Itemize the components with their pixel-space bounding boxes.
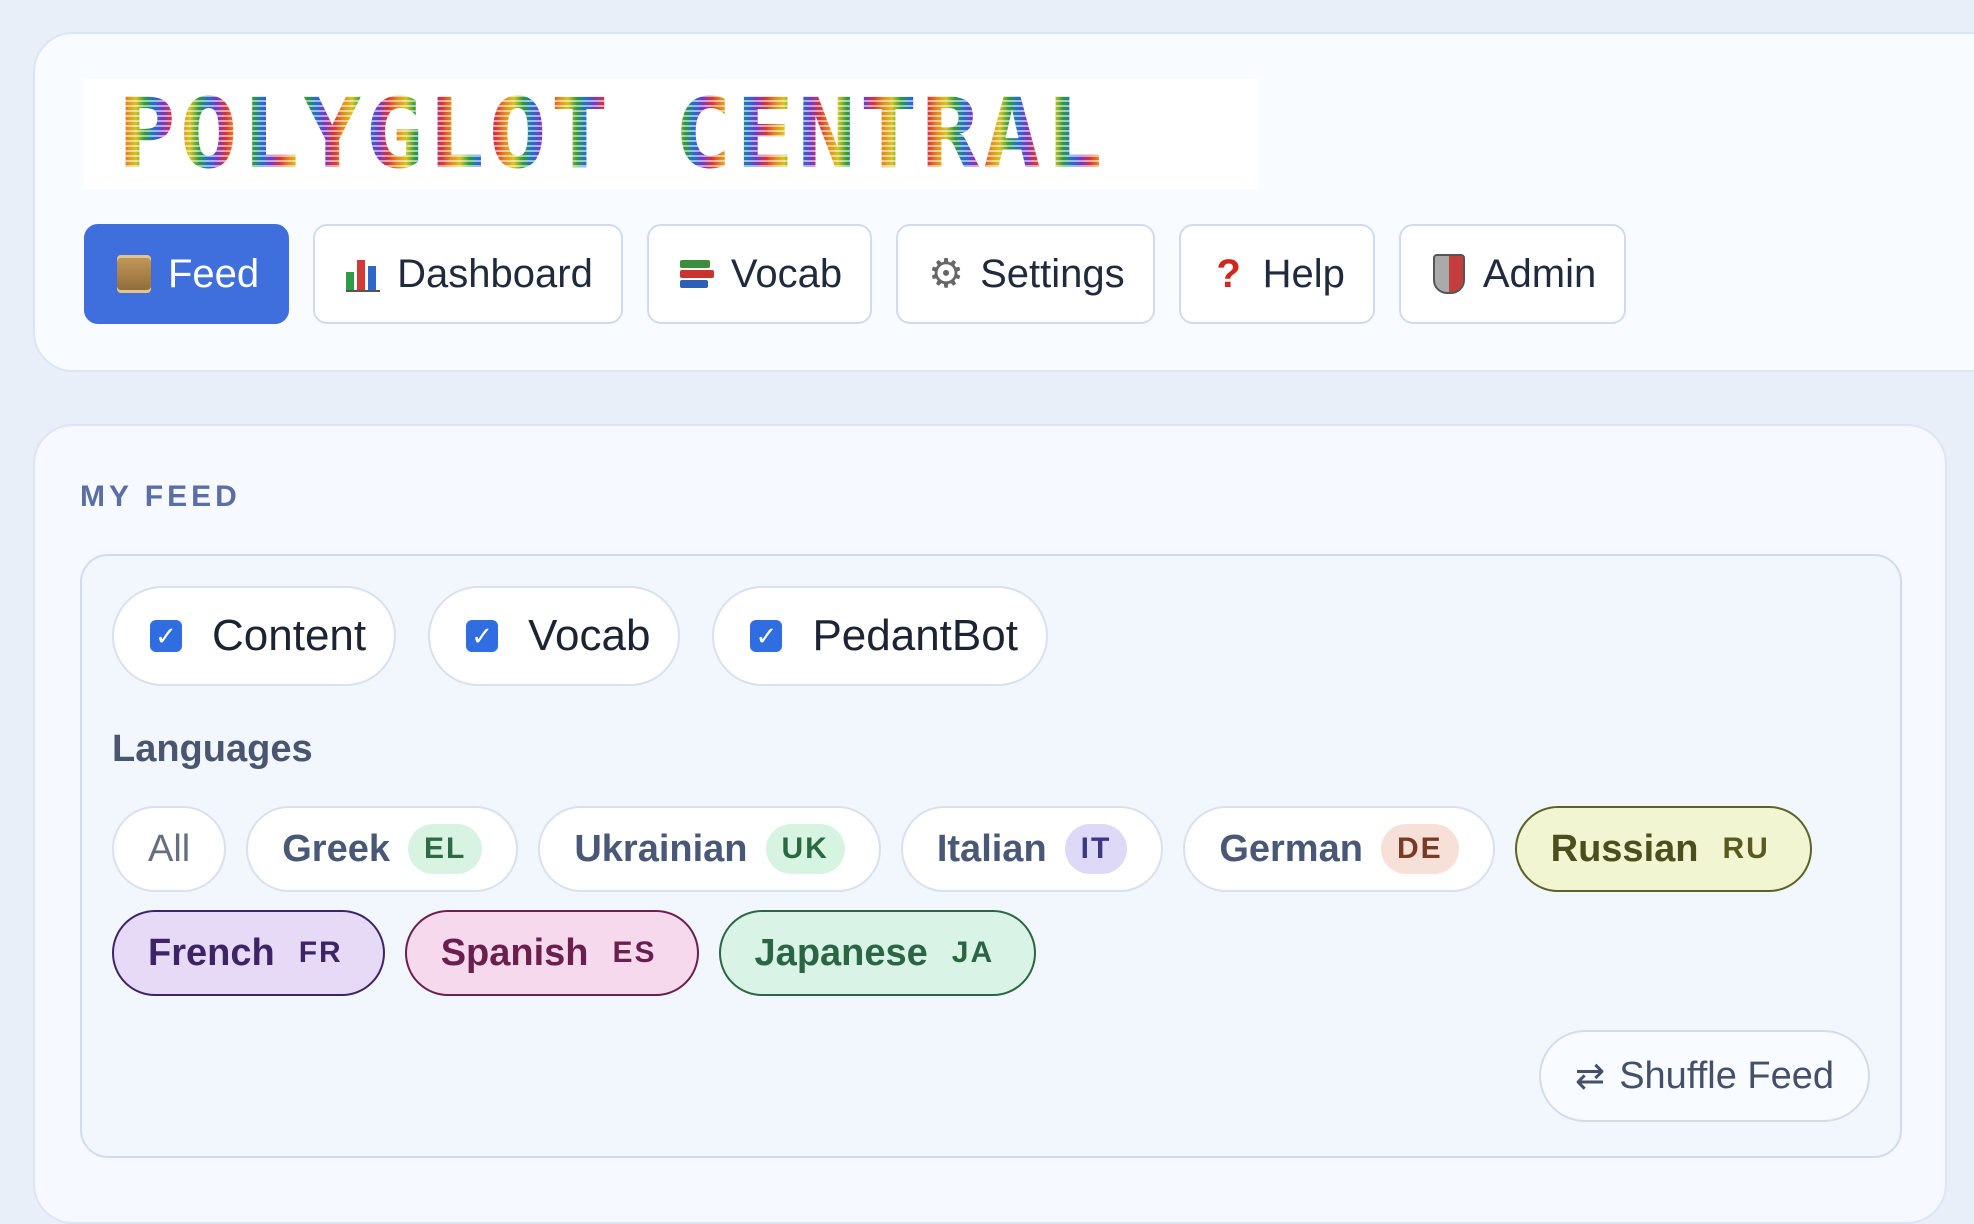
nav-label: Feed: [168, 251, 260, 296]
language-chip-japanese[interactable]: Japanese JA: [718, 910, 1037, 996]
filter-label: Vocab: [528, 611, 651, 660]
gear-icon: ⚙: [928, 252, 964, 296]
main-nav: Feed Dashboard Vocab ⚙ Settings ? Help A…: [84, 224, 1627, 324]
nav-vocab-button[interactable]: Vocab: [646, 224, 873, 324]
language-all-chip[interactable]: All: [112, 806, 227, 892]
checkbox-checked-icon[interactable]: ✓: [750, 620, 783, 652]
language-code-badge: JA: [951, 936, 995, 969]
shuffle-label: Shuffle Feed: [1619, 1054, 1834, 1097]
language-name: German: [1219, 827, 1363, 870]
shuffle-feed-button[interactable]: ⇄ Shuffle Feed: [1539, 1030, 1870, 1122]
language-chip-french[interactable]: French FR: [112, 910, 385, 996]
shield-icon: [1429, 254, 1469, 294]
language-code-badge: DE: [1380, 824, 1459, 874]
language-code-badge: RU: [1722, 832, 1770, 865]
logo: POLYGLOT CENTRAL: [84, 79, 1259, 189]
feed-card: MY FEED ✓ Content ✓ Vocab ✓ PedantBot La…: [33, 424, 1947, 1224]
language-name: Greek: [282, 827, 390, 870]
language-code-badge: EL: [407, 824, 483, 874]
nav-label: Dashboard: [397, 251, 593, 296]
filter-label: Content: [212, 611, 367, 660]
nav-label: Admin: [1482, 251, 1597, 296]
checkbox-checked-icon[interactable]: ✓: [466, 620, 499, 652]
languages-heading: Languages: [112, 728, 313, 770]
nav-settings-button[interactable]: ⚙ Settings: [896, 224, 1155, 324]
language-chip-italian[interactable]: Italian IT: [900, 806, 1164, 892]
language-chip-greek[interactable]: Greek EL: [246, 806, 519, 892]
language-name: French: [148, 931, 275, 974]
nav-help-button[interactable]: ? Help: [1178, 224, 1375, 324]
scroll-icon: [114, 254, 154, 294]
bar-chart-icon: [343, 254, 383, 294]
language-chip-german[interactable]: German DE: [1183, 806, 1495, 892]
nav-label: Vocab: [730, 251, 843, 296]
nav-label: Settings: [980, 251, 1125, 296]
language-code-badge: UK: [765, 824, 845, 874]
filter-pedantbot-toggle[interactable]: ✓ PedantBot: [712, 586, 1048, 686]
header-card: POLYGLOT CENTRAL Feed Dashboard Vocab ⚙ …: [33, 32, 1974, 372]
nav-dashboard-button[interactable]: Dashboard: [313, 224, 623, 324]
language-name: Italian: [936, 827, 1047, 870]
filter-label: PedantBot: [812, 611, 1018, 660]
language-name: Spanish: [440, 931, 589, 974]
content-filters: ✓ Content ✓ Vocab ✓ PedantBot: [112, 586, 1048, 686]
section-title: MY FEED: [80, 480, 241, 513]
checkbox-checked-icon[interactable]: ✓: [150, 620, 182, 652]
language-name: Russian: [1550, 827, 1699, 870]
books-icon: [677, 254, 717, 294]
nav-feed-button[interactable]: Feed: [84, 224, 290, 324]
nav-admin-button[interactable]: Admin: [1398, 224, 1627, 324]
logo-text: POLYGLOT CENTRAL: [118, 78, 1107, 190]
feed-filter-panel: ✓ Content ✓ Vocab ✓ PedantBot Languages …: [80, 554, 1902, 1158]
filter-content-toggle[interactable]: ✓ Content: [112, 586, 397, 686]
shuffle-icon: ⇄: [1575, 1055, 1606, 1096]
filter-vocab-toggle[interactable]: ✓ Vocab: [428, 586, 681, 686]
language-chip-ukrainian[interactable]: Ukrainian UK: [538, 806, 881, 892]
language-name: Japanese: [754, 931, 928, 974]
language-all-label: All: [148, 827, 191, 870]
language-name: Ukrainian: [574, 827, 748, 870]
question-icon: ?: [1216, 252, 1241, 296]
language-chip-spanish[interactable]: Spanish ES: [404, 910, 699, 996]
language-code-badge: FR: [298, 936, 343, 969]
language-chips: All Greek EL Ukrainian UK Italian IT Ger…: [112, 806, 1882, 996]
language-code-badge: ES: [612, 936, 657, 969]
language-chip-russian[interactable]: Russian RU: [1514, 806, 1812, 892]
language-code-badge: IT: [1064, 824, 1128, 874]
nav-label: Help: [1262, 251, 1345, 296]
